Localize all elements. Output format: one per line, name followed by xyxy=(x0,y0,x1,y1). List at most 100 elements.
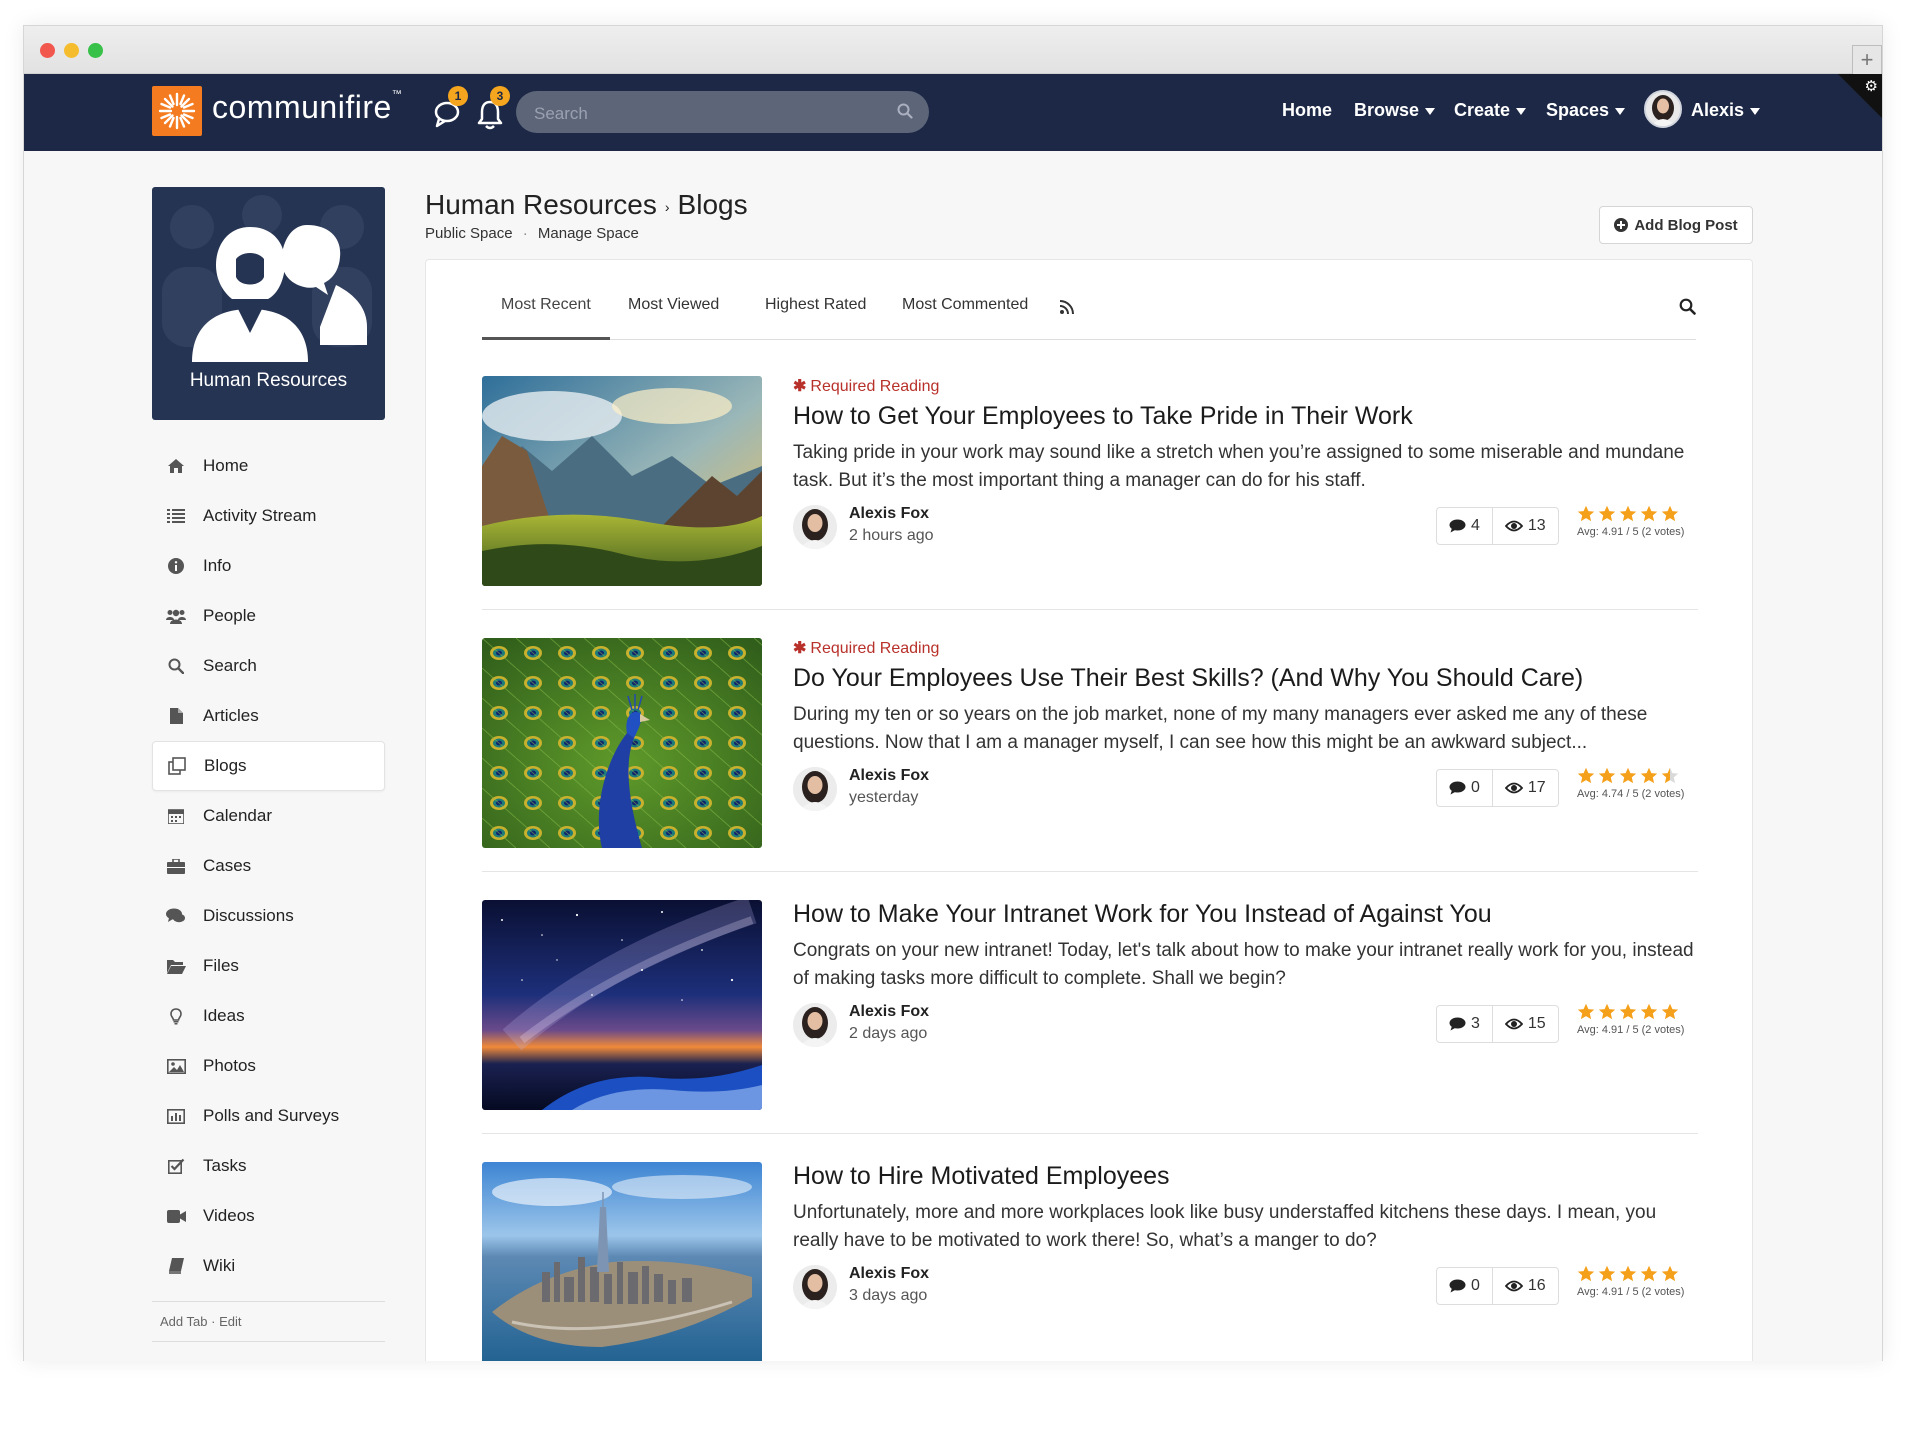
tab-most-recent[interactable]: Most Recent xyxy=(501,296,591,314)
sidebar-item-photos[interactable]: Photos xyxy=(152,1041,385,1091)
star-icon[interactable] xyxy=(1577,1265,1595,1282)
author-avatar[interactable] xyxy=(793,1265,837,1309)
post-title[interactable]: How to Get Your Employees to Take Pride … xyxy=(793,402,1698,431)
star-icon[interactable] xyxy=(1598,1003,1616,1020)
sidebar-item-label: People xyxy=(203,606,256,625)
close-window-button[interactable] xyxy=(40,43,55,58)
tab-most-commented[interactable]: Most Commented xyxy=(902,296,1028,314)
tab-most-viewed[interactable]: Most Viewed xyxy=(628,296,719,314)
space-avatar-card[interactable]: Human Resources xyxy=(152,187,385,420)
sidebar-item-label: Activity Stream xyxy=(203,506,317,525)
sidebar-item-cases[interactable]: Cases xyxy=(152,841,385,891)
star-icon[interactable] xyxy=(1577,505,1595,522)
comment-count[interactable]: 0 xyxy=(1437,770,1492,806)
author-name[interactable]: Alexis Fox xyxy=(849,767,929,785)
space-sidebar-menu: Home Activity Stream Info People Search … xyxy=(152,441,385,1291)
sidebar-item-activity-stream[interactable]: Activity Stream xyxy=(152,491,385,541)
comment-count[interactable]: 4 xyxy=(1437,508,1492,544)
brand-name[interactable]: communifire™ xyxy=(212,89,402,126)
sidebar-item-videos[interactable]: Videos xyxy=(152,1191,385,1241)
author-avatar[interactable] xyxy=(793,1003,837,1047)
star-icon[interactable] xyxy=(1619,1003,1637,1020)
nav-browse[interactable]: Browse xyxy=(1354,100,1436,121)
public-space-label: Public Space xyxy=(425,225,513,242)
post-rating[interactable]: Avg: 4.91 / 5 (2 votes) xyxy=(1577,1003,1702,1036)
breadcrumb-parent[interactable]: Human Resources xyxy=(425,189,657,220)
nav-home[interactable]: Home xyxy=(1282,100,1332,121)
gear-icon[interactable]: ⚙ xyxy=(1865,77,1878,95)
brand-logo-icon[interactable] xyxy=(152,86,202,136)
rating-stars[interactable] xyxy=(1577,1003,1702,1020)
sidebar-item-label: Blogs xyxy=(204,756,247,775)
manage-space-link[interactable]: Manage Space xyxy=(538,225,639,242)
sidebar-item-info[interactable]: Info xyxy=(152,541,385,591)
sidebar-item-tasks[interactable]: Tasks xyxy=(152,1141,385,1191)
post-title[interactable]: How to Hire Motivated Employees xyxy=(793,1162,1698,1191)
post-thumbnail-night-sky[interactable] xyxy=(482,900,762,1110)
comment-count[interactable]: 0 xyxy=(1437,1268,1492,1304)
star-icon[interactable] xyxy=(1598,767,1616,784)
post-title[interactable]: How to Make Your Intranet Work for You I… xyxy=(793,900,1698,929)
edit-tabs-link[interactable]: Edit xyxy=(219,1314,241,1329)
author-avatar[interactable] xyxy=(793,505,837,549)
user-menu[interactable]: Alexis xyxy=(1691,100,1761,121)
author-name[interactable]: Alexis Fox xyxy=(849,1003,929,1021)
list-icon xyxy=(165,506,187,526)
rating-stars[interactable] xyxy=(1577,1265,1702,1282)
sidebar-item-discussions[interactable]: Discussions xyxy=(152,891,385,941)
sidebar-item-people[interactable]: People xyxy=(152,591,385,641)
post-title[interactable]: Do Your Employees Use Their Best Skills?… xyxy=(793,664,1698,693)
sidebar-item-polls-and-surveys[interactable]: Polls and Surveys xyxy=(152,1091,385,1141)
sidebar-item-home[interactable]: Home xyxy=(152,441,385,491)
post-thumbnail-mountain[interactable] xyxy=(482,376,762,586)
alerts-button[interactable]: 3 xyxy=(474,86,510,132)
star-icon[interactable] xyxy=(1640,505,1658,522)
nav-create[interactable]: Create xyxy=(1454,100,1527,121)
star-icon[interactable] xyxy=(1661,1003,1679,1020)
minimize-window-button[interactable] xyxy=(64,43,79,58)
sidebar-item-files[interactable]: Files xyxy=(152,941,385,991)
star-icon[interactable] xyxy=(1619,505,1637,522)
sidebar-item-blogs[interactable]: Blogs xyxy=(152,741,385,791)
post-rating[interactable]: Avg: 4.74 / 5 (2 votes) xyxy=(1577,767,1702,800)
rating-stars[interactable] xyxy=(1577,505,1702,522)
star-icon[interactable] xyxy=(1619,767,1637,784)
maximize-window-button[interactable] xyxy=(88,43,103,58)
star-icon[interactable] xyxy=(1577,767,1595,784)
search-icon[interactable] xyxy=(897,103,913,119)
star-icon[interactable] xyxy=(1640,1003,1658,1020)
sidebar-item-articles[interactable]: Articles xyxy=(152,691,385,741)
user-avatar[interactable] xyxy=(1644,90,1682,128)
tab-highest-rated[interactable]: Highest Rated xyxy=(765,296,866,314)
star-icon[interactable] xyxy=(1661,767,1679,784)
star-icon[interactable] xyxy=(1598,505,1616,522)
add-blog-post-button[interactable]: Add Blog Post xyxy=(1599,206,1753,244)
chat-notifications-button[interactable]: 1 xyxy=(432,86,468,132)
post-rating[interactable]: Avg: 4.91 / 5 (2 votes) xyxy=(1577,1265,1702,1298)
comment-count[interactable]: 3 xyxy=(1437,1006,1492,1042)
star-icon[interactable] xyxy=(1661,1265,1679,1282)
author-name[interactable]: Alexis Fox xyxy=(849,1265,929,1283)
add-tab-link[interactable]: Add Tab xyxy=(160,1314,207,1329)
sidebar-item-ideas[interactable]: Ideas xyxy=(152,991,385,1041)
star-icon[interactable] xyxy=(1598,1265,1616,1282)
star-icon[interactable] xyxy=(1640,767,1658,784)
rss-icon[interactable] xyxy=(1060,300,1074,314)
sidebar-item-search[interactable]: Search xyxy=(152,641,385,691)
star-icon[interactable] xyxy=(1577,1003,1595,1020)
star-icon[interactable] xyxy=(1640,1265,1658,1282)
search-icon[interactable] xyxy=(1679,298,1696,315)
sidebar-item-calendar[interactable]: Calendar xyxy=(152,791,385,841)
global-search-input[interactable]: Search xyxy=(516,91,929,133)
post-rating[interactable]: Avg: 4.91 / 5 (2 votes) xyxy=(1577,505,1702,538)
star-icon[interactable] xyxy=(1619,1265,1637,1282)
nav-spaces[interactable]: Spaces xyxy=(1546,100,1626,121)
post-thumbnail-peacock[interactable] xyxy=(482,638,762,848)
rating-stars[interactable] xyxy=(1577,767,1702,784)
author-avatar[interactable] xyxy=(793,767,837,811)
new-tab-button[interactable]: + xyxy=(1852,45,1882,74)
star-icon[interactable] xyxy=(1661,505,1679,522)
author-name[interactable]: Alexis Fox xyxy=(849,505,929,523)
sidebar-item-wiki[interactable]: Wiki xyxy=(152,1241,385,1291)
post-thumbnail-city-aerial[interactable] xyxy=(482,1162,762,1361)
